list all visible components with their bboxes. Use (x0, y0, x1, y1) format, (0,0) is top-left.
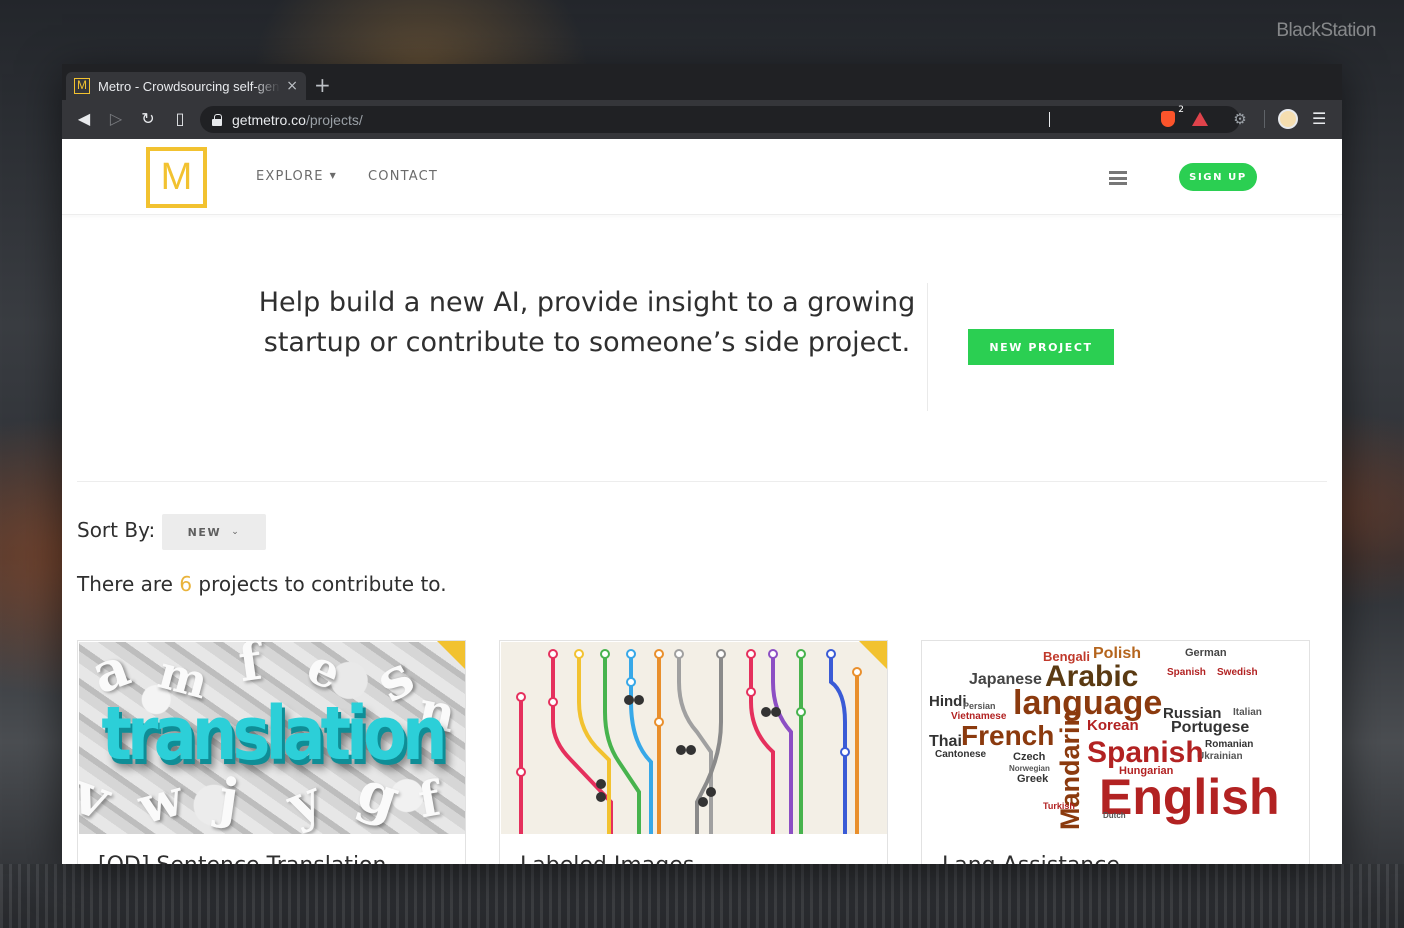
bookmark-icon[interactable]: ▯ (170, 109, 190, 129)
hamburger-menu-icon[interactable] (1109, 171, 1127, 185)
url-host: getmetro.co (232, 111, 306, 128)
featured-corner-badge (437, 641, 465, 669)
rewards-icon[interactable] (1190, 109, 1210, 129)
back-icon[interactable]: ◀ (74, 109, 94, 129)
card-title: [OD] Sentence Translation (98, 853, 386, 864)
cloud-word: Persian (963, 701, 996, 711)
project-count: There are 6 projects to contribute to. (77, 572, 447, 596)
sort-selected-value: NEW (187, 525, 222, 539)
brave-shield-icon[interactable]: 2 (1158, 105, 1184, 129)
cloud-word: Dutch (1103, 811, 1126, 820)
cloud-word: Swedish (1217, 667, 1258, 678)
toolbar-separator (1264, 110, 1265, 128)
section-divider (77, 481, 1327, 482)
cloud-word: Korean (1087, 717, 1139, 734)
address-bar[interactable]: getmetro.co/projects/ (200, 106, 1240, 133)
cloud-word: Mandarin (1055, 709, 1085, 830)
browser-menu-icon[interactable]: ☰ (1312, 108, 1326, 130)
translation-word: translation (101, 692, 447, 778)
cloud-word: Italian (1233, 707, 1262, 718)
card-title: Lang Assistance (942, 853, 1120, 864)
site-header: M EXPLORE ▼ CONTACT SIGN UP (62, 139, 1342, 215)
watermark-logo: BlackStation (1276, 20, 1376, 41)
nav-contact[interactable]: CONTACT (368, 169, 438, 184)
cloud-word: German (1185, 647, 1227, 659)
favicon-icon: M (74, 78, 90, 94)
cloud-word: Czech (1013, 751, 1046, 763)
project-card[interactable]: Bengali Polish German Japanese Arabic Sp… (921, 640, 1310, 864)
sort-dropdown[interactable]: NEW ⌄ (162, 514, 266, 550)
cloud-word: Thai (929, 733, 962, 750)
cloud-word: French (961, 720, 1055, 751)
signup-button[interactable]: SIGN UP (1179, 163, 1257, 191)
cloud-word: Greek (1017, 773, 1049, 785)
cloud-word: Turkish (1043, 801, 1075, 811)
card-image-language-cloud: Bengali Polish German Japanese Arabic Sp… (923, 642, 1309, 834)
count-prefix: There are (77, 572, 180, 596)
reload-icon[interactable]: ↻ (138, 109, 158, 129)
address-bar-separator (1049, 112, 1050, 127)
cloud-word: Portugese (1171, 719, 1250, 736)
cloud-word: English (1099, 769, 1280, 825)
browser-tab[interactable]: M Metro - Crowdsourcing self-gen × (66, 72, 306, 100)
lock-icon (212, 113, 222, 126)
caret-down-icon: ▼ (329, 171, 337, 180)
cloud-word: Spanish (1167, 667, 1206, 678)
featured-corner-badge (859, 641, 887, 669)
profile-avatar[interactable] (1278, 109, 1298, 129)
cloud-word: Romanian (1205, 739, 1254, 750)
nav-explore[interactable]: EXPLORE ▼ (256, 169, 337, 184)
cloud-word: language (1013, 684, 1163, 722)
card-title: Labeled Images (520, 853, 694, 864)
desktop-background (0, 864, 1404, 928)
tab-title: Metro - Crowdsourcing self-gen (98, 78, 280, 94)
count-suffix: projects to contribute to. (192, 572, 447, 596)
hero-text: Help build a new AI, provide insight to … (258, 287, 916, 358)
cloud-word: Spanish (1087, 736, 1204, 769)
project-card[interactable]: a m f e s n v w j y g f translation [OD]… (77, 640, 466, 864)
count-number: 6 (179, 572, 193, 596)
cloud-word: Cantonese (935, 749, 987, 760)
sort-label: Sort By: (77, 518, 156, 542)
cloud-word: Norwegian (1009, 764, 1050, 773)
extension-icon[interactable]: ⚙ (1230, 109, 1250, 129)
browser-toolbar: ◀ ▷ ↻ ▯ getmetro.co/projects/ 2 ⚙ ☰ (62, 100, 1342, 139)
tab-strip: M Metro - Crowdsourcing self-gen × + (62, 64, 1342, 100)
new-tab-icon[interactable]: + (314, 74, 331, 96)
project-card[interactable]: Labeled Images (499, 640, 888, 864)
chevron-down-icon: ⌄ (231, 527, 241, 537)
shield-count-badge: 2 (1178, 105, 1184, 115)
url-path: /projects/ (305, 111, 363, 128)
nav-explore-label: EXPLORE (256, 169, 324, 184)
cloud-word: Ukrainian (1197, 751, 1243, 762)
metro-logo[interactable]: M (146, 147, 207, 208)
close-tab-icon[interactable]: × (286, 78, 298, 94)
cloud-word: Hindi (929, 693, 967, 710)
card-image-translation: a m f e s n v w j y g f translation (79, 642, 465, 834)
browser-window: M Metro - Crowdsourcing self-gen × + ◀ ▷… (62, 64, 1342, 864)
forward-icon[interactable]: ▷ (106, 109, 126, 129)
page-content: M EXPLORE ▼ CONTACT SIGN UP Help build a … (62, 139, 1342, 864)
card-image-metro-lines (501, 642, 887, 834)
hero-divider (927, 283, 928, 411)
new-project-button[interactable]: NEW PROJECT (968, 329, 1114, 365)
